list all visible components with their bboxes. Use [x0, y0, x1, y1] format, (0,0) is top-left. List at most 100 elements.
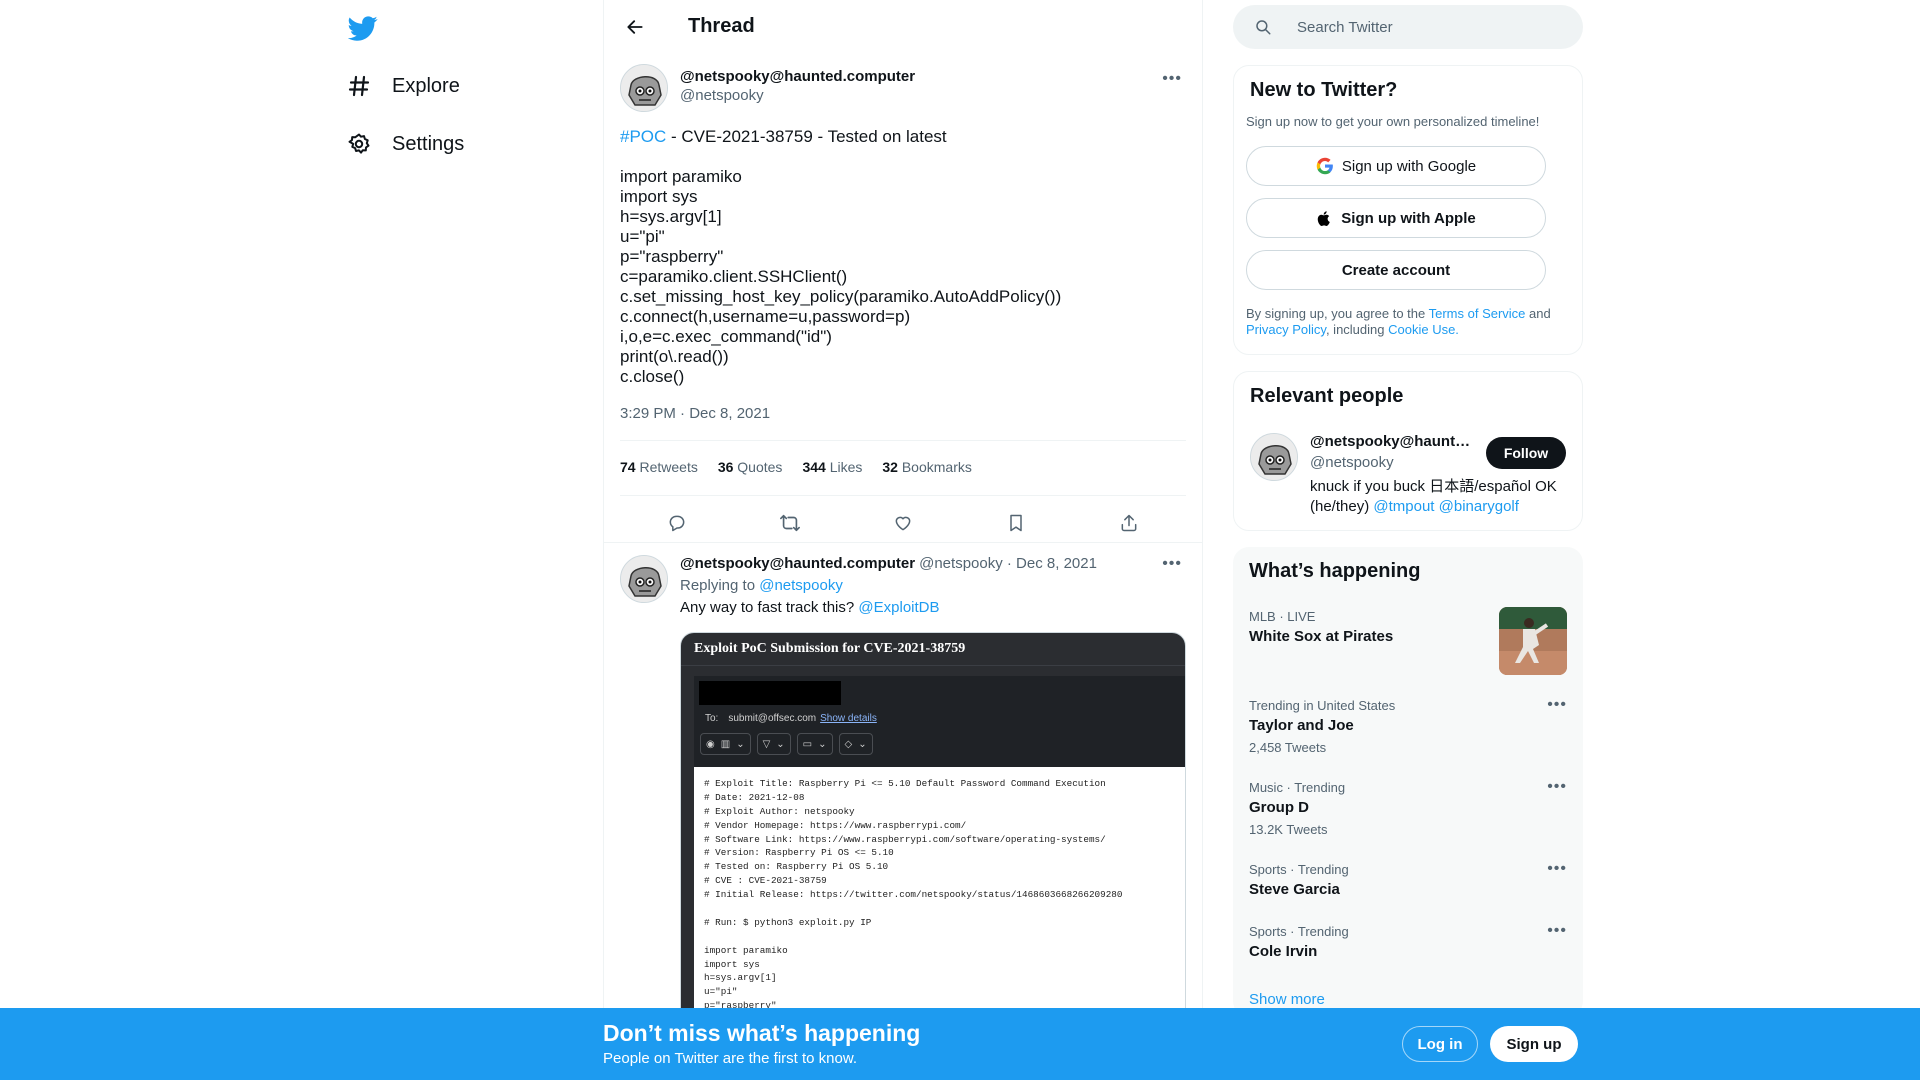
trend-item[interactable]: Sports · Trending Steve Garcia ••• — [1249, 860, 1567, 898]
signup-button[interactable]: Sign up — [1490, 1026, 1578, 1062]
hashtag-icon — [346, 73, 372, 99]
bio-mention-link[interactable]: @binarygolf — [1439, 498, 1519, 515]
quotes-stat[interactable]: 36 Quotes — [718, 459, 783, 475]
banner-title: Don’t miss what’s happening — [603, 1020, 921, 1046]
relevant-people-card: Relevant people @netspooky@haunted.compu… — [1233, 371, 1583, 531]
banner-subtitle: People on Twitter are the first to know. — [603, 1050, 858, 1067]
chevron-down-icon: ⌄ — [858, 738, 867, 750]
chevron-down-icon: ⌄ — [776, 738, 785, 750]
email-tool-group: ◉ ▥ ⌄ — [700, 733, 751, 755]
reply-icon[interactable] — [659, 505, 695, 541]
reply-handle-date[interactable]: @netspooky · Dec 8, 2021 — [919, 555, 1097, 572]
google-icon — [1316, 157, 1334, 175]
relevant-people-title: Relevant people — [1250, 385, 1404, 407]
code-line: c=paramiko.client.SSHClient() — [620, 267, 848, 286]
show-more-link[interactable]: Show more — [1249, 991, 1325, 1008]
author-name[interactable]: @netspooky@haunted.computer — [680, 68, 915, 85]
reply-tweet[interactable]: @netspooky@haunted.computer @netspooky ·… — [620, 555, 1186, 1032]
share-icon[interactable] — [1111, 505, 1147, 541]
nav-explore[interactable]: Explore — [346, 66, 460, 106]
folder-icon: ▭ — [802, 738, 813, 750]
create-account-button[interactable]: Create account — [1246, 250, 1546, 290]
more-options-icon[interactable]: ••• — [1547, 860, 1567, 878]
email-body-code: # Exploit Title: Raspberry Pi <= 5.10 De… — [694, 767, 1185, 1031]
likes-stat[interactable]: 344 Likes — [802, 459, 862, 475]
trend-item[interactable]: Music · Trending Group D 13.2K Tweets ••… — [1249, 778, 1567, 837]
tweet-timestamp[interactable]: 3:29 PM · Dec 8, 2021 — [620, 405, 770, 422]
email-tool-group: ▭ ⌄ — [796, 733, 833, 755]
retweet-icon[interactable] — [772, 505, 808, 541]
hashtag-link[interactable]: #POC — [620, 127, 666, 146]
more-options-icon[interactable]: ••• — [1547, 922, 1567, 940]
search-bar[interactable]: Search Twitter — [1233, 5, 1583, 49]
signup-google-button[interactable]: Sign up with Google — [1246, 146, 1546, 186]
divider — [604, 542, 1202, 543]
filter-icon: ▽ — [762, 738, 771, 750]
avatar[interactable] — [1250, 433, 1298, 481]
bio-mention-link[interactable]: @tmpout — [1373, 498, 1434, 515]
tweet-stats: 74 Retweets 36 Quotes 344 Likes 32 Bookm… — [620, 459, 992, 475]
more-options-icon[interactable]: ••• — [1547, 696, 1567, 714]
chevron-down-icon: ⌄ — [818, 738, 827, 750]
thread-header: Thread — [604, 0, 1202, 53]
tweet-first-line-text: - CVE-2021-38759 - Tested on latest — [666, 127, 947, 146]
bookmark-icon[interactable] — [998, 505, 1034, 541]
code-line: import paramiko — [620, 167, 742, 186]
reply-author-name[interactable]: @netspooky@haunted.computer — [680, 555, 915, 572]
nav-settings[interactable]: Settings — [346, 124, 464, 164]
divider — [620, 440, 1186, 441]
avatar[interactable] — [620, 64, 668, 112]
back-arrow-icon[interactable] — [618, 10, 652, 44]
reply-text: Any way to fast track this? @ExploitDB — [680, 599, 940, 616]
login-button[interactable]: Log in — [1402, 1026, 1478, 1062]
email-tool-group: ◇ ⌄ — [838, 733, 873, 755]
trend-item[interactable]: MLB · LIVE White Sox at Pirates — [1249, 607, 1567, 675]
follow-button[interactable]: Follow — [1486, 437, 1566, 469]
reply-media-image[interactable]: Exploit PoC Submission for CVE-2021-3875… — [680, 632, 1186, 1032]
page-title: Thread — [688, 15, 755, 37]
signup-apple-button[interactable]: Sign up with Apple — [1246, 198, 1546, 238]
main-tweet: @netspooky@haunted.computer @netspooky •… — [604, 64, 1202, 543]
whats-happening-card: What’s happening MLB · LIVE White Sox at… — [1233, 547, 1583, 1017]
tweet-actions — [620, 503, 1186, 543]
whats-happening-title: What’s happening — [1249, 560, 1421, 582]
replying-to-link[interactable]: @netspooky — [759, 577, 843, 594]
code-line: print(o\.read()) — [620, 347, 729, 366]
chevron-down-icon: ⌄ — [736, 738, 745, 750]
code-line: u="pi" — [620, 227, 665, 246]
eye-icon: ◉ — [706, 738, 715, 750]
more-options-icon[interactable]: ••• — [1162, 70, 1182, 88]
signup-card-subtitle: Sign up now to get your own personalized… — [1246, 114, 1540, 129]
retweets-stat[interactable]: 74 Retweets — [620, 459, 698, 475]
main-column: Thread @netspooky@haunted.computer @nets… — [603, 0, 1203, 1080]
avatar[interactable] — [620, 555, 668, 603]
gear-icon — [346, 131, 372, 157]
login-banner: Don’t miss what’s happening People on Tw… — [0, 1008, 1920, 1080]
author-handle[interactable]: @netspooky — [680, 87, 915, 104]
privacy-link[interactable]: Privacy Policy — [1246, 322, 1326, 337]
signup-card: New to Twitter? Sign up now to get your … — [1233, 65, 1583, 355]
code-line: c.connect(h,username=u,password=p) — [620, 307, 911, 326]
twitter-bird-icon[interactable] — [347, 13, 378, 43]
more-options-icon[interactable]: ••• — [1162, 555, 1182, 573]
terms-link[interactable]: Terms of Service — [1429, 306, 1526, 321]
trend-item[interactable]: Trending in United States Taylor and Joe… — [1249, 696, 1567, 755]
email-tool-group: ▽ ⌄ — [756, 733, 791, 755]
search-input[interactable]: Search Twitter — [1297, 19, 1393, 36]
bookmarks-stat[interactable]: 32 Bookmarks — [882, 459, 972, 475]
like-icon[interactable] — [885, 505, 921, 541]
mention-link[interactable]: @ExploitDB — [858, 599, 939, 616]
nav-explore-label: Explore — [392, 74, 460, 97]
replying-to: Replying to @netspooky — [680, 577, 843, 594]
cookie-link[interactable]: Cookie Use. — [1388, 322, 1459, 337]
trend-item[interactable]: Sports · Trending Cole Irvin ••• — [1249, 922, 1567, 960]
reply-author[interactable]: @netspooky@haunted.computer @netspooky ·… — [680, 555, 1097, 572]
tag-icon: ◇ — [844, 738, 853, 750]
email-pane: To: submit@offsec.com Show details ◉ ▥ ⌄ ▽ ⌄ … — [694, 676, 1185, 1031]
tweet-author[interactable]: @netspooky@haunted.computer @netspooky — [680, 68, 915, 104]
person-name[interactable]: @netspooky@haunted.computer — [1310, 433, 1475, 450]
more-options-icon[interactable]: ••• — [1547, 778, 1567, 796]
tweet-text: #POC - CVE-2021-38759 - Tested on latest… — [620, 127, 1190, 387]
code-line: c.set_missing_host_key_policy(paramiko.A… — [620, 287, 1062, 306]
person-handle[interactable]: @netspooky — [1310, 454, 1394, 471]
